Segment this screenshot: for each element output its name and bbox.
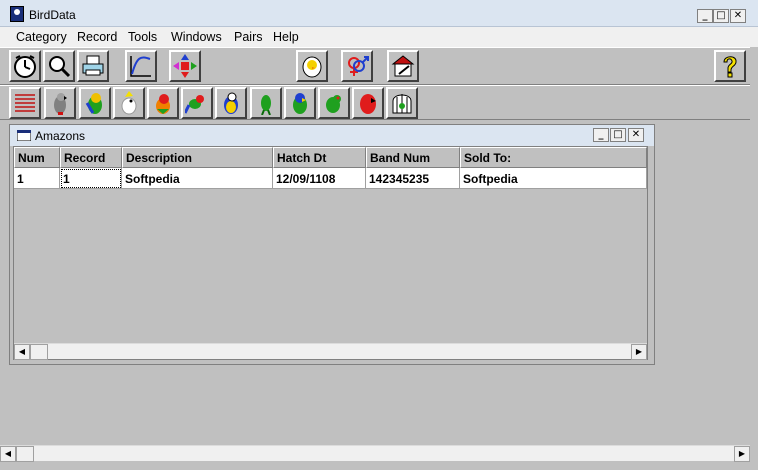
- caique-button[interactable]: [147, 87, 179, 119]
- search-button[interactable]: [43, 50, 75, 82]
- egg-chick-icon: [302, 56, 322, 78]
- records-grid: Num Record Description Hatch Dt Band Num…: [13, 146, 648, 360]
- house-pen-icon: [391, 55, 415, 77]
- close-button[interactable]: ✕: [730, 9, 746, 23]
- list-button[interactable]: [9, 87, 41, 119]
- child-minimize-button[interactable]: _: [593, 128, 609, 142]
- menu-bar: Category Record Tools Windows Pairs Help: [0, 27, 758, 47]
- help-button[interactable]: [714, 50, 746, 82]
- move-arrows-icon: [173, 54, 197, 78]
- amazon-button[interactable]: [318, 87, 350, 119]
- window-title: BirdData: [29, 8, 76, 22]
- menu-help[interactable]: Help: [273, 30, 299, 44]
- maximize-button[interactable]: □: [713, 9, 729, 23]
- amazon-icon: [326, 95, 341, 113]
- column-header-num[interactable]: Num: [14, 147, 60, 168]
- lovebird-button[interactable]: [181, 87, 213, 119]
- main-scroll-thumb[interactable]: [16, 446, 34, 462]
- main-scroll-left-arrow[interactable]: ◀: [0, 446, 16, 462]
- clock-icon: [14, 55, 36, 78]
- clock-button[interactable]: [9, 50, 41, 82]
- macaw-button[interactable]: [215, 87, 247, 119]
- scroll-thumb[interactable]: [30, 344, 48, 360]
- cell-sold-to[interactable]: Softpedia: [460, 168, 647, 189]
- child-window-icon: [17, 130, 31, 141]
- cell-record[interactable]: 1: [60, 168, 122, 189]
- menu-windows[interactable]: Windows: [171, 30, 222, 44]
- grey-parrot-icon: [54, 93, 67, 115]
- grid-horizontal-scrollbar[interactable]: ◀ ▶: [14, 343, 647, 360]
- cell-description[interactable]: Softpedia: [122, 168, 273, 189]
- amazons-child-window: Amazons _ □ ✕ Num Record Description Hat…: [9, 124, 655, 365]
- birdcage-button[interactable]: [386, 87, 418, 119]
- chart-button[interactable]: [125, 50, 157, 82]
- cell-band-num[interactable]: 142345235: [366, 168, 460, 189]
- gender-symbols-icon: [348, 56, 369, 76]
- app-icon: [10, 6, 24, 22]
- cell-num[interactable]: 1: [14, 168, 60, 189]
- caique-icon: [156, 94, 170, 114]
- child-window-title: Amazons: [35, 129, 86, 143]
- grey-parrot-button[interactable]: [44, 87, 76, 119]
- column-header-band-num[interactable]: Band Num: [366, 147, 460, 168]
- column-header-hatch-dt[interactable]: Hatch Dt: [273, 147, 366, 168]
- birdcage-icon: [392, 94, 412, 114]
- parakeet-button[interactable]: [250, 87, 282, 119]
- column-header-description[interactable]: Description: [122, 147, 273, 168]
- magnifier-icon: [49, 56, 71, 78]
- menu-record[interactable]: Record: [77, 30, 117, 44]
- cockatoo-icon: [121, 91, 137, 115]
- house-button[interactable]: [387, 50, 419, 82]
- column-header-record[interactable]: Record: [60, 147, 122, 168]
- child-maximize-button[interactable]: □: [610, 128, 626, 142]
- eclectus-icon: [360, 94, 376, 114]
- scroll-left-arrow[interactable]: ◀: [14, 344, 30, 360]
- macaw-icon: [224, 92, 238, 114]
- move-button[interactable]: [169, 50, 201, 82]
- printer-icon: [82, 55, 104, 76]
- chart-icon: [130, 56, 151, 77]
- main-toolbar: [0, 47, 750, 85]
- column-header-sold-to[interactable]: Sold To:: [460, 147, 647, 168]
- minimize-button[interactable]: _: [697, 9, 713, 23]
- cell-hatch-dt[interactable]: 12/09/1108: [273, 168, 366, 189]
- cockatoo-button[interactable]: [113, 87, 145, 119]
- child-title-bar[interactable]: Amazons _ □ ✕: [10, 125, 654, 146]
- menu-category[interactable]: Category: [16, 30, 67, 44]
- parakeet-icon: [261, 95, 271, 115]
- main-scroll-right-arrow[interactable]: ▶: [734, 446, 750, 462]
- conure-icon: [85, 93, 102, 114]
- child-close-button[interactable]: ✕: [628, 128, 644, 142]
- bird-category-toolbar: [0, 85, 750, 120]
- main-horizontal-scrollbar[interactable]: ◀ ▶: [0, 445, 750, 462]
- print-button[interactable]: [77, 50, 109, 82]
- lovebird-icon: [185, 95, 204, 114]
- main-title-bar[interactable]: BirdData _ □ ✕: [0, 0, 758, 27]
- pionus-button[interactable]: [284, 87, 316, 119]
- egg-button[interactable]: [296, 50, 328, 82]
- eclectus-button[interactable]: [352, 87, 384, 119]
- menu-tools[interactable]: Tools: [128, 30, 157, 44]
- menu-pairs[interactable]: Pairs: [234, 30, 262, 44]
- scroll-right-arrow[interactable]: ▶: [631, 344, 647, 360]
- pairs-button[interactable]: [341, 50, 373, 82]
- help-icon: [723, 56, 737, 78]
- list-icon: [15, 94, 35, 112]
- pionus-icon: [293, 93, 307, 114]
- conure-button[interactable]: [79, 87, 111, 119]
